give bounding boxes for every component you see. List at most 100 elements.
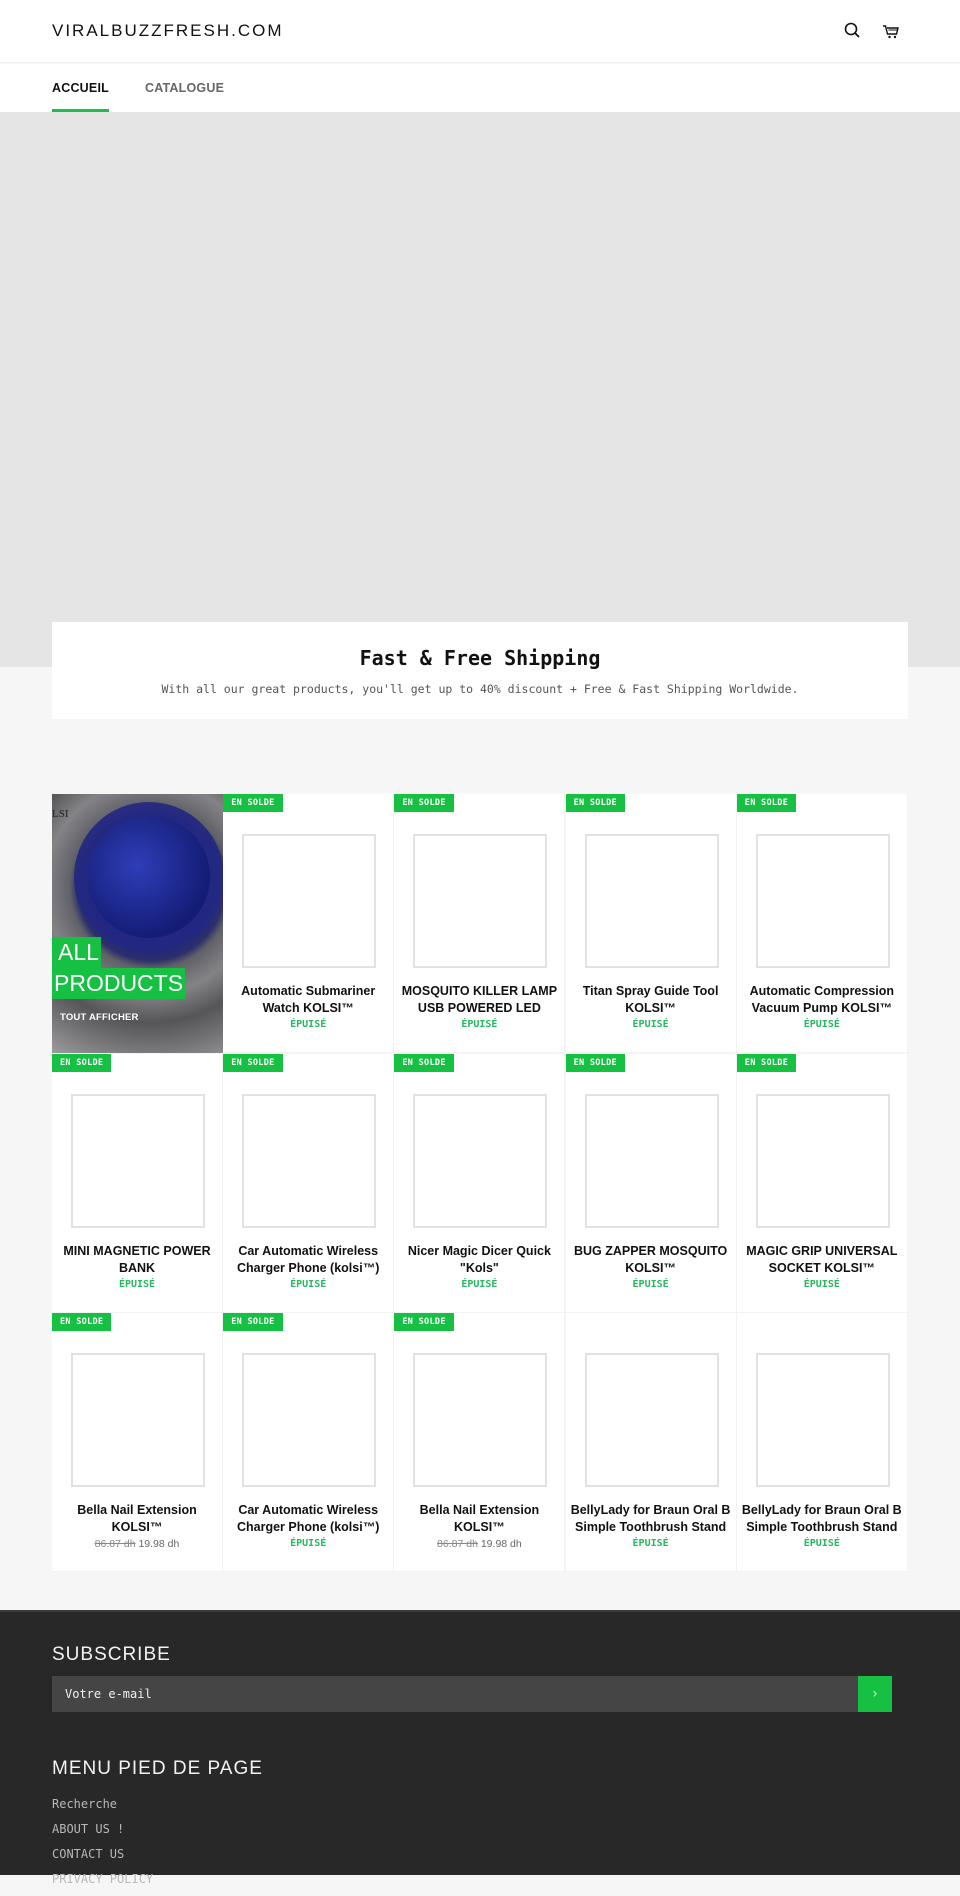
product-card[interactable]: EN SOLDE Automatic Submariner Watch KOLSI… [223,794,395,1053]
product-card[interactable]: EN SOLDE Automatic Compression Vacuum Pum… [736,794,908,1053]
product-card[interactable]: EN SOLDE MAGIC GRIP UNIVERSAL SOCKET KOLS… [736,1053,908,1313]
footer-menu-heading: MENU PIED DE PAGE [52,1758,263,1779]
product-price: 86.87 dh 19.98 dh [398,1537,560,1551]
product-name[interactable]: MAGIC GRIP UNIVERSAL SOCKET KOLSI™ [741,1243,903,1277]
sold-out-status: ÉPUISÉ [290,1019,327,1030]
product-name[interactable]: Bella Nail Extension KOLSI™ [56,1502,218,1536]
product-name[interactable]: Nicer Magic Dicer Quick "Kols" [398,1243,560,1277]
product-card[interactable]: EN SOLDE Bella Nail Extension KOLSI™ 86.87… [52,1313,223,1572]
collection-all-products[interactable]: LSI ALL PRODUCTS TOUT AFFICHER [52,794,223,1053]
sold-out-status: ÉPUISÉ [632,1019,669,1030]
sale-badge: EN SOLDE [223,1313,283,1331]
product-name[interactable]: MINI MAGNETIC POWER BANK [56,1243,218,1277]
brand-mark: LSI [52,808,69,820]
product-card[interactable]: EN SOLDE BUG ZAPPER MOSQUITO KOLSI™ ÉPUISÉ [565,1053,737,1313]
product-info: Car Automatic Wireless Charger Phone (ko… [227,1502,389,1551]
product-card[interactable]: EN SOLDE MINI MAGNETIC POWER BANK ÉPUISÉ [52,1053,223,1313]
footer-links: Recherche ABOUT US ! CONTACT US PRIVACY … [52,1796,153,1896]
product-info: Bella Nail Extension KOLSI™ 86.87 dh 19.9… [56,1502,218,1551]
nav-item-accueil[interactable]: ACCUEIL [52,81,109,112]
product-image[interactable] [413,1353,548,1487]
product-name[interactable]: BellyLady for Braun Oral B Simple Toothb… [741,1502,903,1536]
nav-item-catalogue[interactable]: CATALOGUE [145,81,224,95]
product-card[interactable]: EN SOLDE Titan Spray Guide Tool KOLSI™ ÉPU… [565,794,737,1053]
product-card[interactable]: EN SOLDE Nicer Magic Dicer Quick "Kols" ÉP… [394,1053,566,1313]
sale-badge: EN SOLDE [736,794,797,812]
product-image[interactable] [71,1353,205,1487]
product-image[interactable] [242,1353,377,1487]
sold-out-status: ÉPUISÉ [461,1278,498,1290]
subscribe-submit-button[interactable]: › [858,1676,892,1712]
product-image[interactable] [242,834,377,968]
footer-link-contact[interactable]: CONTACT US [52,1846,153,1871]
product-card[interactable]: EN SOLDE Car Automatic Wireless Charger P… [223,1313,395,1572]
sold-out-status: ÉPUISÉ [118,1278,156,1290]
product-info: Titan Spray Guide Tool KOLSI™ ÉPUISÉ [570,983,732,1032]
price-original: 86.87 dh [437,1538,478,1550]
sold-out-status: ÉPUISÉ [290,1278,327,1290]
sale-badge: EN SOLDE [736,1053,797,1072]
price-sale: 19.98 dh [480,1538,522,1550]
sale-badge: EN SOLDE [394,1053,454,1072]
sale-badge: EN SOLDE [565,794,625,812]
site-header: VIRALBUZZFRESH.COM [0,0,960,63]
product-name[interactable]: BUG ZAPPER MOSQUITO KOLSI™ [570,1243,732,1277]
view-all-link[interactable]: TOUT AFFICHER [60,1012,139,1023]
sold-out-status: ÉPUISÉ [803,1278,840,1290]
sale-badge: EN SOLDE [565,1053,625,1072]
search-icon[interactable] [842,20,864,42]
product-image[interactable] [584,1353,719,1487]
chevron-right-icon: › [872,1686,878,1702]
sale-badge: EN SOLDE [223,794,283,812]
main-nav: ACCUEIL CATALOGUE [0,64,960,112]
product-image[interactable] [71,1093,205,1228]
email-input[interactable] [52,1676,858,1712]
site-logo[interactable]: VIRALBUZZFRESH.COM [52,21,284,41]
product-info: BellyLady for Braun Oral B Simple Toothb… [741,1502,903,1551]
product-card[interactable]: EN SOLDE Bella Nail Extension KOLSI™ 86.87… [394,1313,566,1572]
footer-link-about[interactable]: ABOUT US ! [52,1821,153,1846]
sale-badge: EN SOLDE [394,1313,454,1331]
sale-badge: EN SOLDE [394,794,454,812]
product-name[interactable]: Automatic Submariner Watch KOLSI™ [227,983,389,1017]
product-image[interactable] [413,1093,548,1228]
product-info: Automatic Submariner Watch KOLSI™ ÉPUISÉ [227,983,389,1032]
product-image[interactable] [755,1353,890,1487]
product-name[interactable]: BellyLady for Braun Oral B Simple Toothb… [570,1502,732,1536]
collection-title-line1: ALL [52,937,101,968]
product-image[interactable] [584,1093,719,1228]
sale-badge: EN SOLDE [223,1053,283,1072]
product-card[interactable]: EN SOLDE Car Automatic Wireless Charger P… [223,1053,395,1313]
product-image[interactable] [755,834,890,968]
product-image[interactable] [242,1093,377,1228]
product-name[interactable]: Car Automatic Wireless Charger Phone (ko… [227,1243,389,1277]
collection-title-line2: PRODUCTS [52,968,186,999]
cart-icon[interactable] [880,20,902,42]
product-name[interactable]: Automatic Compression Vacuum Pump KOLSI™ [741,983,903,1017]
product-card[interactable]: BellyLady for Braun Oral B Simple Toothb… [565,1313,737,1572]
product-info: MINI MAGNETIC POWER BANK ÉPUISÉ [56,1243,218,1292]
shipping-banner: Fast & Free Shipping With all our great … [52,622,908,719]
product-image[interactable] [584,834,719,968]
sold-out-status: ÉPUISÉ [461,1019,498,1030]
hero-banner [0,112,960,667]
site-footer: SUBSCRIBE › MENU PIED DE PAGE Recherche … [0,1610,960,1886]
shipping-subtitle: With all our great products, you'll get … [161,682,799,696]
product-name[interactable]: MOSQUITO KILLER LAMP USB POWERED LED [398,983,560,1017]
product-name[interactable]: Bella Nail Extension KOLSI™ [398,1502,560,1536]
sold-out-status: ÉPUISÉ [632,1538,669,1549]
footer-link-recherche[interactable]: Recherche [52,1796,153,1821]
shipping-title: Fast & Free Shipping [359,646,601,670]
product-card[interactable]: EN SOLDE MOSQUITO KILLER LAMP USB POWERED… [394,794,566,1053]
product-card[interactable]: BellyLady for Braun Oral B Simple Toothb… [736,1313,908,1572]
sold-out-status: ÉPUISÉ [290,1538,327,1549]
sale-badge: EN SOLDE [52,1313,112,1331]
product-info: MOSQUITO KILLER LAMP USB POWERED LED ÉPUI… [398,983,560,1032]
product-price: 86.87 dh 19.98 dh [56,1537,218,1551]
product-image[interactable] [413,834,548,968]
sold-out-status: ÉPUISÉ [803,1019,840,1030]
product-image[interactable] [755,1093,890,1228]
subscribe-form: › [52,1676,892,1712]
product-name[interactable]: Car Automatic Wireless Charger Phone (ko… [227,1502,389,1536]
product-name[interactable]: Titan Spray Guide Tool KOLSI™ [570,983,732,1017]
